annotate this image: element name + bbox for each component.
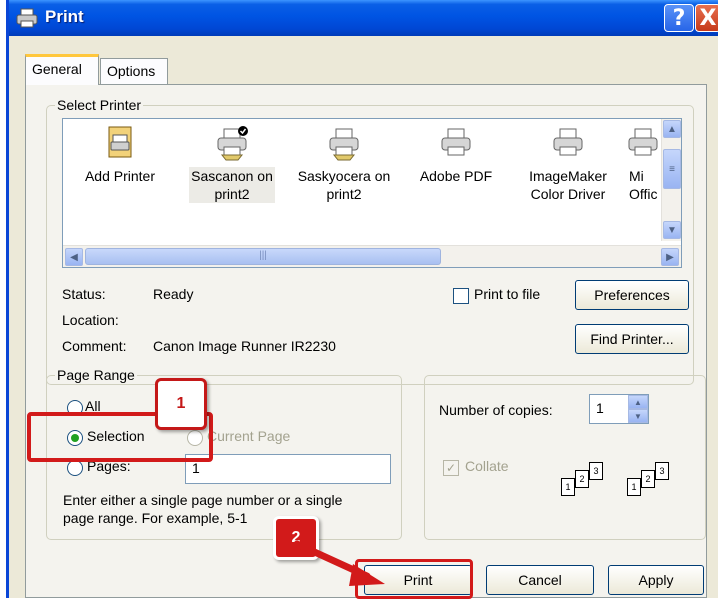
print-to-file-label: Print to file — [474, 286, 541, 302]
page-range-legend: Page Range — [55, 367, 137, 383]
general-tab-panel: Select Printer Add Printer Sascanon on p… — [25, 84, 707, 598]
scroll-up-icon[interactable]: ▲ — [663, 120, 681, 138]
collate-checkbox[interactable]: ✓ — [443, 460, 459, 476]
preferences-button[interactable]: Preferences — [575, 280, 689, 310]
printer-icon — [16, 8, 38, 28]
print-callout-box — [355, 559, 473, 599]
find-printer-button[interactable]: Find Printer... — [575, 324, 689, 354]
comment-value: Canon Image Runner IR2230 — [153, 338, 336, 354]
spin-up-icon[interactable]: ▲ — [628, 395, 648, 409]
print-dialog: Print ? X General Options Select Printer… — [6, 0, 718, 599]
scroll-thumb[interactable]: ≡ — [663, 149, 681, 189]
apply-button[interactable]: Apply — [608, 565, 704, 595]
collate-label: Collate — [465, 458, 509, 474]
print-to-file-checkbox[interactable] — [453, 288, 469, 304]
scroll-thumb[interactable]: ||| — [85, 248, 441, 265]
tab-general[interactable]: General — [25, 54, 99, 85]
cancel-button[interactable]: Cancel — [486, 565, 594, 595]
printer-item-adobe-pdf[interactable]: Adobe PDF — [401, 125, 511, 185]
comment-label: Comment: — [62, 338, 127, 354]
spin-down-icon[interactable]: ▼ — [628, 409, 648, 423]
add-printer-icon — [108, 126, 132, 158]
location-label: Location: — [62, 312, 119, 328]
close-button[interactable]: X — [695, 4, 718, 32]
printer-icon — [553, 128, 583, 156]
printer-item-saskyocera[interactable]: Saskyocera on print2 — [289, 125, 399, 203]
select-printer-group: Select Printer Add Printer Sascanon on p… — [46, 97, 694, 385]
printer-icon — [628, 128, 658, 156]
status-value: Ready — [153, 286, 194, 302]
printer-label: Saskyocera on print2 — [297, 168, 391, 202]
page-range-help-line2: page range. For example, 5-1 — [63, 510, 248, 526]
pages-input[interactable]: 1 — [185, 454, 391, 484]
scroll-down-icon[interactable]: ▼ — [663, 221, 681, 239]
printer-icon — [441, 128, 471, 156]
help-button[interactable]: ? — [664, 4, 694, 32]
copies-spinner[interactable]: ▲ ▼ — [628, 395, 648, 423]
page-range-help-line1: Enter either a single page number or a s… — [63, 492, 343, 508]
title-bar[interactable]: Print ? X — [9, 0, 718, 36]
printer-item-add-printer[interactable]: Add Printer — [65, 125, 175, 185]
printer-label: Add Printer — [84, 168, 156, 184]
printer-label: Adobe PDF — [419, 168, 493, 184]
callout-number-1: 1 — [155, 378, 207, 430]
printer-label: Mi Offic — [629, 168, 658, 202]
pages-radio[interactable] — [67, 460, 83, 476]
status-label: Status: — [62, 286, 106, 302]
select-printer-legend: Select Printer — [55, 97, 144, 113]
number-of-copies-label: Number of copies: — [439, 402, 553, 418]
printer-label: Sascanon on print2 — [189, 167, 275, 203]
horizontal-scrollbar[interactable]: ◀ ||| ▶ — [63, 245, 681, 267]
window-title: Print — [45, 7, 84, 26]
printer-list[interactable]: Add Printer Sascanon on print2 Saskyocer… — [62, 118, 682, 268]
scroll-right-icon[interactable]: ▶ — [661, 248, 679, 266]
scroll-left-icon[interactable]: ◀ — [65, 248, 83, 266]
collate-pages-icon: 1 2 3 — [627, 460, 687, 500]
printer-icon — [329, 128, 359, 161]
printer-label: ImageMaker Color Driver — [529, 168, 607, 202]
tab-options[interactable]: Options — [100, 58, 168, 84]
vertical-scrollbar[interactable]: ▲ ≡ ▼ — [661, 119, 681, 241]
printer-item-imagemaker[interactable]: ImageMaker Color Driver — [513, 125, 623, 203]
copies-group: Number of copies: 1 ▲ ▼ ✓ Collate 1 2 3 … — [424, 375, 706, 540]
printer-item-sascanon[interactable]: Sascanon on print2 — [177, 125, 287, 203]
default-printer-icon — [217, 126, 248, 161]
current-page-label: Current Page — [207, 428, 291, 444]
collate-pages-icon: 1 2 3 — [561, 460, 621, 500]
